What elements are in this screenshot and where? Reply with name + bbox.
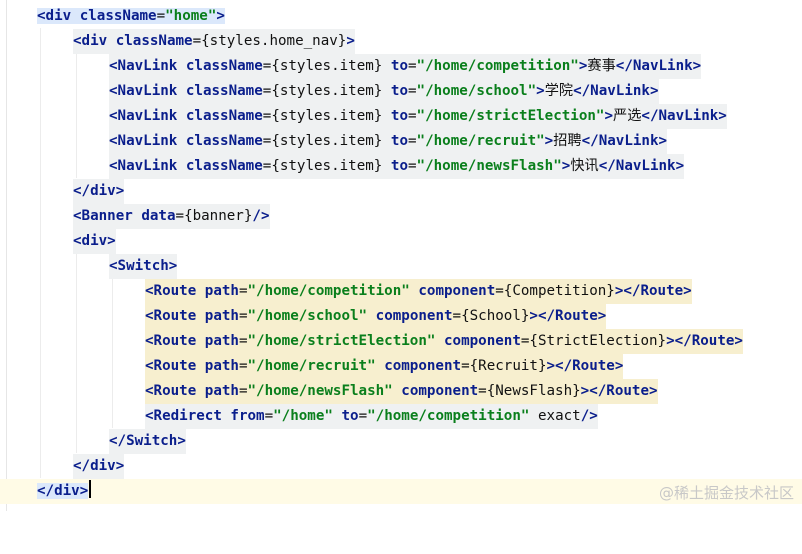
code-text: </div> [37, 483, 89, 499]
code-line[interactable]: <NavLink className={styles.item} to="/ho… [0, 104, 802, 129]
code-text: <Route path="/home/strictElection" compo… [145, 333, 743, 349]
code-text: <NavLink className={styles.item} to="/ho… [109, 83, 659, 99]
code-line[interactable]: <NavLink className={styles.item} to="/ho… [0, 79, 802, 104]
text-cursor [89, 480, 91, 498]
code-text: <Banner data={banner}/> [73, 208, 270, 224]
code-line[interactable]: <Redirect from="/home" to="/home/competi… [0, 404, 802, 429]
code-line[interactable]: <NavLink className={styles.item} to="/ho… [0, 129, 802, 154]
code-text: <NavLink className={styles.item} to="/ho… [109, 133, 668, 149]
code-text: <Redirect from="/home" to="/home/competi… [145, 408, 598, 424]
code-text: </div> [73, 183, 125, 199]
code-line[interactable]: <div className="home"> [0, 4, 802, 29]
code-line[interactable]: </div> [0, 179, 802, 204]
code-text: <NavLink className={styles.item} to="/ho… [109, 158, 685, 174]
code-line[interactable]: </Switch> [0, 429, 802, 454]
code-text: <Route path="/home/competition" componen… [145, 283, 692, 299]
code-line[interactable]: <div> [0, 229, 802, 254]
code-line[interactable]: <Banner data={banner}/> [0, 204, 802, 229]
code-text: <div className="home"> [37, 8, 225, 24]
code-text: </Switch> [109, 433, 186, 449]
code-text: </div> [73, 458, 125, 474]
code-line[interactable]: <div className={styles.home_nav}> [0, 29, 802, 54]
code-text: <NavLink className={styles.item} to="/ho… [109, 58, 702, 74]
code-text: <div> [73, 233, 116, 249]
code-text: <Switch> [109, 258, 178, 274]
code-line[interactable]: <NavLink className={styles.item} to="/ho… [0, 54, 802, 79]
watermark: @稀土掘金技术社区 [658, 484, 794, 502]
code-line[interactable]: <NavLink className={styles.item} to="/ho… [0, 154, 802, 179]
code-text: <Route path="/home/newsFlash" component=… [145, 383, 658, 399]
code-line[interactable]: <Route path="/home/recruit" component={R… [0, 354, 802, 379]
code-editor[interactable]: <div className="home"> <div className={s… [0, 0, 802, 511]
code-line[interactable]: <Route path="/home/school" component={Sc… [0, 304, 802, 329]
code-line[interactable]: <Route path="/home/newsFlash" component=… [0, 379, 802, 404]
code-text: <NavLink className={styles.item} to="/ho… [109, 108, 727, 124]
code-text: <Route path="/home/school" component={Sc… [145, 308, 607, 324]
code-line[interactable]: <Route path="/home/strictElection" compo… [0, 329, 802, 354]
code-text: <Route path="/home/recruit" component={R… [145, 358, 624, 374]
code-line[interactable]: <Route path="/home/competition" componen… [0, 279, 802, 304]
code-line[interactable]: <Switch> [0, 254, 802, 279]
code-text: <div className={styles.home_nav}> [73, 33, 355, 49]
code-line[interactable]: </div> [0, 454, 802, 479]
